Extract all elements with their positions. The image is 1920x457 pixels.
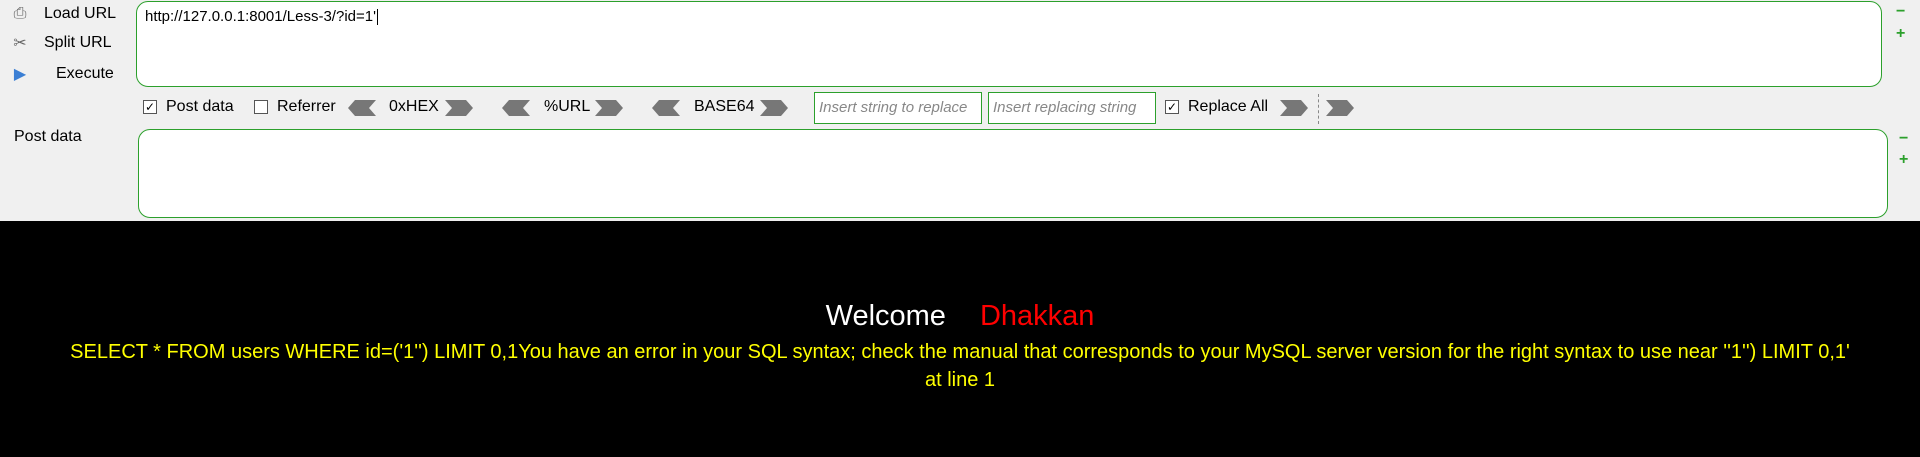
post-data-input[interactable]: [138, 129, 1888, 218]
url-label: %URL: [544, 98, 591, 115]
load-url-icon: ⎙: [13, 5, 27, 22]
url-input[interactable]: http://127.0.0.1:8001/Less-3/?id=1': [136, 1, 1882, 87]
hex-label: 0xHEX: [389, 98, 439, 115]
post-data-checkbox[interactable]: ✓: [143, 100, 157, 114]
execute-button[interactable]: ▶ Execute: [10, 60, 130, 88]
replace-all-arrow-icon[interactable]: [1326, 100, 1354, 116]
error-line-1: SELECT * FROM users WHERE id=('1'') LIMI…: [70, 341, 1850, 363]
welcome-heading: Welcome Dhakkan: [0, 300, 1920, 333]
page-content: Welcome Dhakkan SELECT * FROM users WHERE…: [0, 221, 1920, 457]
hackbar-toolbar: ⎙ Load URL ✂ Split URL ▶ Execute http://…: [0, 0, 1920, 221]
welcome-text: Welcome: [825, 300, 946, 332]
scissors-icon: ✂: [13, 35, 27, 52]
sql-error-message: SELECT * FROM users WHERE id=('1'') LIMI…: [0, 338, 1920, 394]
separator: [1318, 94, 1319, 124]
expand-url-icon[interactable]: +: [1896, 26, 1905, 42]
text-caret: [376, 9, 378, 25]
replace-find-input[interactable]: Insert string to replace: [814, 92, 982, 124]
url-text: http://127.0.0.1:8001/Less-3/?id=1': [145, 8, 376, 25]
hex-decode-arrow-icon[interactable]: [348, 100, 376, 116]
options-row: ✓ Post data Referrer 0xHEX %URL BASE64 I…: [140, 92, 1640, 124]
replace-all-checkbox[interactable]: ✓: [1165, 100, 1179, 114]
url-encode-arrow-icon[interactable]: [595, 100, 623, 116]
post-data-check-label: Post data: [166, 98, 234, 115]
url-decode-arrow-icon[interactable]: [502, 100, 530, 116]
base64-decode-arrow-icon[interactable]: [652, 100, 680, 116]
post-data-label: Post data: [14, 128, 82, 145]
hex-encode-arrow-icon[interactable]: [445, 100, 473, 116]
play-icon: ▶: [13, 66, 27, 83]
user-name: Dhakkan: [979, 300, 1095, 332]
replace-with-input[interactable]: Insert replacing string: [988, 92, 1156, 124]
error-line-2: at line 1: [924, 369, 996, 391]
expand-post-icon[interactable]: +: [1899, 152, 1908, 168]
execute-label: Execute: [56, 65, 114, 82]
base64-label: BASE64: [694, 98, 755, 115]
replace-arrow-icon[interactable]: [1280, 100, 1308, 116]
shrink-post-icon[interactable]: −: [1899, 131, 1908, 147]
referrer-label: Referrer: [277, 98, 336, 115]
load-url-button[interactable]: ⎙ Load URL: [10, 0, 130, 28]
shrink-url-icon[interactable]: −: [1896, 4, 1905, 20]
base64-encode-arrow-icon[interactable]: [760, 100, 788, 116]
referrer-checkbox[interactable]: [254, 100, 268, 114]
split-url-button[interactable]: ✂ Split URL: [10, 29, 130, 57]
load-url-label: Load URL: [44, 5, 117, 22]
split-url-label: Split URL: [44, 34, 112, 51]
replace-all-label: Replace All: [1188, 98, 1269, 115]
